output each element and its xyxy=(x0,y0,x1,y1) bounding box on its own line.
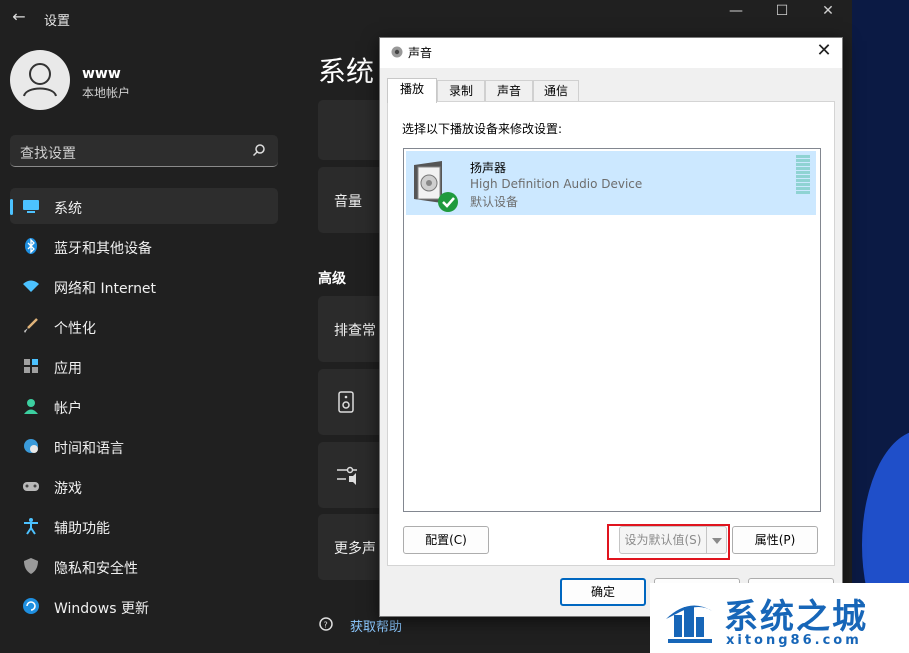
help-icon: ? xyxy=(319,617,333,631)
sidebar-item-accounts[interactable]: 帐户 xyxy=(10,388,278,424)
mixer-icon xyxy=(337,466,357,485)
dialog-title: 声音 xyxy=(408,46,433,60)
sidebar-item-windows-update[interactable]: Windows 更新 xyxy=(10,588,278,624)
avatar xyxy=(10,50,70,110)
monitor-icon xyxy=(23,200,39,213)
sidebar-item-label: 帐户 xyxy=(54,401,82,417)
sound-icon xyxy=(391,46,403,58)
person-icon xyxy=(24,399,38,414)
sidebar-item-accessibility[interactable]: 辅助功能 xyxy=(10,508,278,544)
sidebar-item-label: 隐私和安全性 xyxy=(54,561,138,577)
sidebar-item-label: 应用 xyxy=(54,361,82,377)
page-title: 系统 xyxy=(318,55,375,88)
sidebar-item-label: 辅助功能 xyxy=(54,521,110,537)
sidebar-item-privacy[interactable]: 隐私和安全性 xyxy=(10,548,278,584)
sidebar-item-gaming[interactable]: 游戏 xyxy=(10,468,278,504)
desktop-wallpaper xyxy=(852,0,909,653)
troubleshoot-label: 排查常 xyxy=(334,323,376,339)
more-sound-settings-card[interactable]: 更多声 xyxy=(318,514,388,580)
apps-icon xyxy=(24,359,38,373)
site-watermark: 系统之城 xitong86.com xyxy=(650,583,909,653)
configure-button[interactable]: 配置(C) xyxy=(403,526,489,554)
wifi-icon xyxy=(23,280,39,292)
close-icon[interactable]: ✕ xyxy=(814,40,834,62)
sidebar-item-label: 网络和 Internet xyxy=(54,281,157,297)
search-icon[interactable] xyxy=(252,143,266,157)
device-description: High Definition Audio Device xyxy=(470,177,643,191)
dialog-titlebar: 声音 ✕ xyxy=(380,38,842,68)
troubleshoot-card[interactable]: 排查常 xyxy=(318,296,388,362)
sidebar-item-apps[interactable]: 应用 xyxy=(10,348,278,384)
sidebar-item-label: 系统 xyxy=(54,201,82,217)
tab-recording[interactable]: 录制 xyxy=(437,80,485,102)
annotation-highlight-box xyxy=(607,524,730,560)
instruction-text: 选择以下播放设备来修改设置: xyxy=(402,122,563,136)
sidebar-item-label: 个性化 xyxy=(54,321,96,337)
settings-titlebar: ← 设置 — ☐ ✕ xyxy=(0,0,852,36)
account-type: 本地帐户 xyxy=(82,86,131,100)
output-device-card[interactable] xyxy=(318,369,388,435)
sidebar-nav: 系统 蓝牙和其他设备 网络和 Internet 个性化 应用 帐户 时间和语言 … xyxy=(10,188,278,628)
device-status: 默认设备 xyxy=(470,195,519,209)
playback-panel: 选择以下播放设备来修改设置: 扬声器 High Definition Audio… xyxy=(387,101,835,566)
settings-card-top[interactable] xyxy=(318,100,388,160)
device-list[interactable]: 扬声器 High Definition Audio Device 默认设备 xyxy=(403,148,821,512)
svg-text:?: ? xyxy=(324,621,328,630)
update-icon xyxy=(23,598,39,614)
speaker-icon xyxy=(338,391,354,413)
close-window-button[interactable]: ✕ xyxy=(808,2,848,22)
sidebar-item-time-language[interactable]: 时间和语言 xyxy=(10,428,278,464)
more-sound-label: 更多声 xyxy=(334,541,376,557)
sidebar-item-label: 时间和语言 xyxy=(54,441,124,457)
tab-playback[interactable]: 播放 xyxy=(387,78,437,103)
accessibility-icon xyxy=(24,518,38,535)
minimize-button[interactable]: — xyxy=(716,2,756,22)
input-device-card[interactable] xyxy=(318,442,388,508)
tab-sounds[interactable]: 声音 xyxy=(485,80,533,102)
site-logo xyxy=(666,605,712,643)
volume-card[interactable]: 音量 xyxy=(318,167,388,233)
sidebar-item-label: Windows 更新 xyxy=(54,601,149,617)
user-name: www xyxy=(82,66,121,82)
advanced-section-header: 高级 xyxy=(318,271,346,287)
volume-level-meter xyxy=(796,155,810,195)
search-box[interactable]: 查找设置 xyxy=(10,135,278,167)
sidebar-item-personalization[interactable]: 个性化 xyxy=(10,308,278,344)
app-title: 设置 xyxy=(44,14,71,29)
tab-communications[interactable]: 通信 xyxy=(533,80,579,102)
brush-icon xyxy=(24,318,38,333)
list-item[interactable]: 扬声器 High Definition Audio Device 默认设备 xyxy=(406,151,816,215)
help-link-text[interactable]: 获取帮助 xyxy=(350,616,402,635)
user-profile[interactable]: www 本地帐户 xyxy=(10,50,270,114)
search-input[interactable]: 查找设置 xyxy=(20,143,76,163)
watermark-url: xitong86.com xyxy=(726,633,862,648)
back-arrow-icon[interactable]: ← xyxy=(8,6,30,28)
globe-clock-icon xyxy=(24,439,38,453)
volume-label: 音量 xyxy=(334,194,362,210)
speaker-device-icon xyxy=(414,161,458,212)
properties-button[interactable]: 属性(P) xyxy=(732,526,818,554)
shield-icon xyxy=(24,558,38,574)
watermark-title: 系统之城 xyxy=(724,597,868,637)
sidebar-item-label: 蓝牙和其他设备 xyxy=(54,241,152,257)
sidebar-item-bluetooth[interactable]: 蓝牙和其他设备 xyxy=(10,228,278,264)
sound-dialog: 声音 ✕ 播放 录制 声音 通信 选择以下播放设备来修改设置: 扬声器 High… xyxy=(379,37,843,617)
person-avatar-icon xyxy=(23,63,57,97)
device-name: 扬声器 xyxy=(470,161,507,175)
maximize-button[interactable]: ☐ xyxy=(762,2,802,22)
ok-button[interactable]: 确定 xyxy=(560,578,646,606)
sidebar-item-system[interactable]: 系统 xyxy=(10,188,278,224)
gamepad-icon xyxy=(23,482,39,491)
sidebar-item-label: 游戏 xyxy=(54,481,82,497)
bluetooth-icon xyxy=(25,238,37,254)
sidebar-item-network[interactable]: 网络和 Internet xyxy=(10,268,278,304)
